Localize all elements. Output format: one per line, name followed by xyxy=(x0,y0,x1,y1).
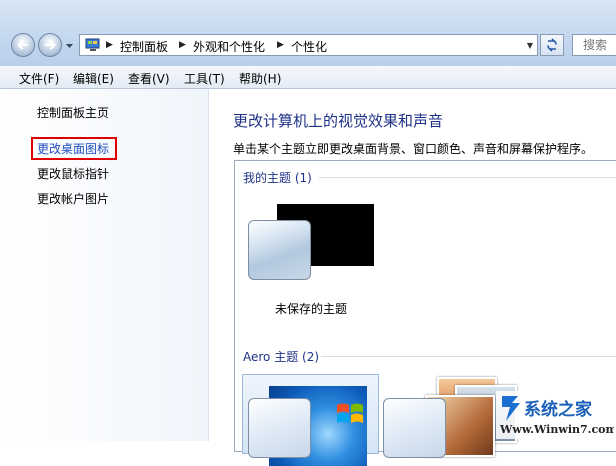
forward-arrow-icon xyxy=(44,40,56,50)
theme-window-color-preview xyxy=(248,220,311,280)
windows-logo-icon xyxy=(337,403,363,423)
theme-caption: 未保存的主题 xyxy=(275,302,348,316)
forward-button[interactable] xyxy=(38,33,62,57)
address-separator[interactable]: ▶ xyxy=(179,40,186,50)
refresh-button[interactable] xyxy=(540,34,564,56)
main-content: 更改计算机上的视觉效果和声音 单击某个主题立即更改桌面背景、窗口颜色、声音和屏幕… xyxy=(209,89,616,466)
group-aero-themes: Aero 主题 (2) xyxy=(243,350,320,364)
back-button[interactable] xyxy=(11,33,35,57)
page-description: 单击某个主题立即更改桌面背景、窗口颜色、声音和屏幕保护程序。 xyxy=(233,142,594,156)
menu-file[interactable]: 文件(F) xyxy=(19,70,59,87)
task-change-mouse-pointers[interactable]: 更改鼠标指针 xyxy=(37,165,109,182)
group-divider xyxy=(319,177,616,178)
recent-pages-dropdown[interactable] xyxy=(65,41,74,50)
menu-bar: 文件(F) 编辑(E) 查看(V) 工具(T) 帮助(H) xyxy=(0,66,616,89)
window-titlebar: ▶ 控制面板 ▶ 外观和个性化 ▶ 个性化 ▼ xyxy=(0,0,616,66)
menu-tools[interactable]: 工具(T) xyxy=(184,70,225,87)
watermark-brand: 系统之家 xyxy=(524,399,592,420)
menu-view[interactable]: 查看(V) xyxy=(128,70,170,87)
page-title: 更改计算机上的视觉效果和声音 xyxy=(233,112,444,130)
address-bar[interactable]: ▶ 控制面板 ▶ 外观和个性化 ▶ 个性化 ▼ xyxy=(79,34,538,56)
search-input[interactable] xyxy=(573,35,616,55)
address-dropdown-icon[interactable]: ▼ xyxy=(527,41,533,50)
breadcrumb-personalization[interactable]: 个性化 xyxy=(291,38,327,55)
back-arrow-icon xyxy=(17,40,29,50)
theme-window-color-preview xyxy=(248,398,311,458)
address-separator[interactable]: ▶ xyxy=(106,40,113,50)
address-separator[interactable]: ▶ xyxy=(277,40,284,50)
control-panel-icon xyxy=(85,38,100,51)
menu-help[interactable]: 帮助(H) xyxy=(239,70,281,87)
breadcrumb-appearance[interactable]: 外观和个性化 xyxy=(193,38,265,55)
theme-window-color-preview xyxy=(383,398,446,458)
group-divider xyxy=(321,356,616,357)
refresh-icon xyxy=(547,38,557,52)
group-my-themes: 我的主题 (1) xyxy=(243,171,312,185)
task-change-desktop-icons[interactable]: 更改桌面图标 xyxy=(37,140,109,157)
task-pane: 控制面板主页 更改桌面图标 更改鼠标指针 更改帐户图片 xyxy=(0,89,209,441)
watermark-url: Www.Winwin7.com xyxy=(499,423,614,436)
task-change-account-picture[interactable]: 更改帐户图片 xyxy=(37,190,109,207)
search-box[interactable] xyxy=(572,34,616,56)
task-control-panel-home[interactable]: 控制面板主页 xyxy=(37,104,109,121)
site-watermark: 系统之家 Www.Winwin7.com xyxy=(496,391,614,439)
menu-edit[interactable]: 编辑(E) xyxy=(73,70,114,87)
breadcrumb-control-panel[interactable]: 控制面板 xyxy=(120,38,168,55)
